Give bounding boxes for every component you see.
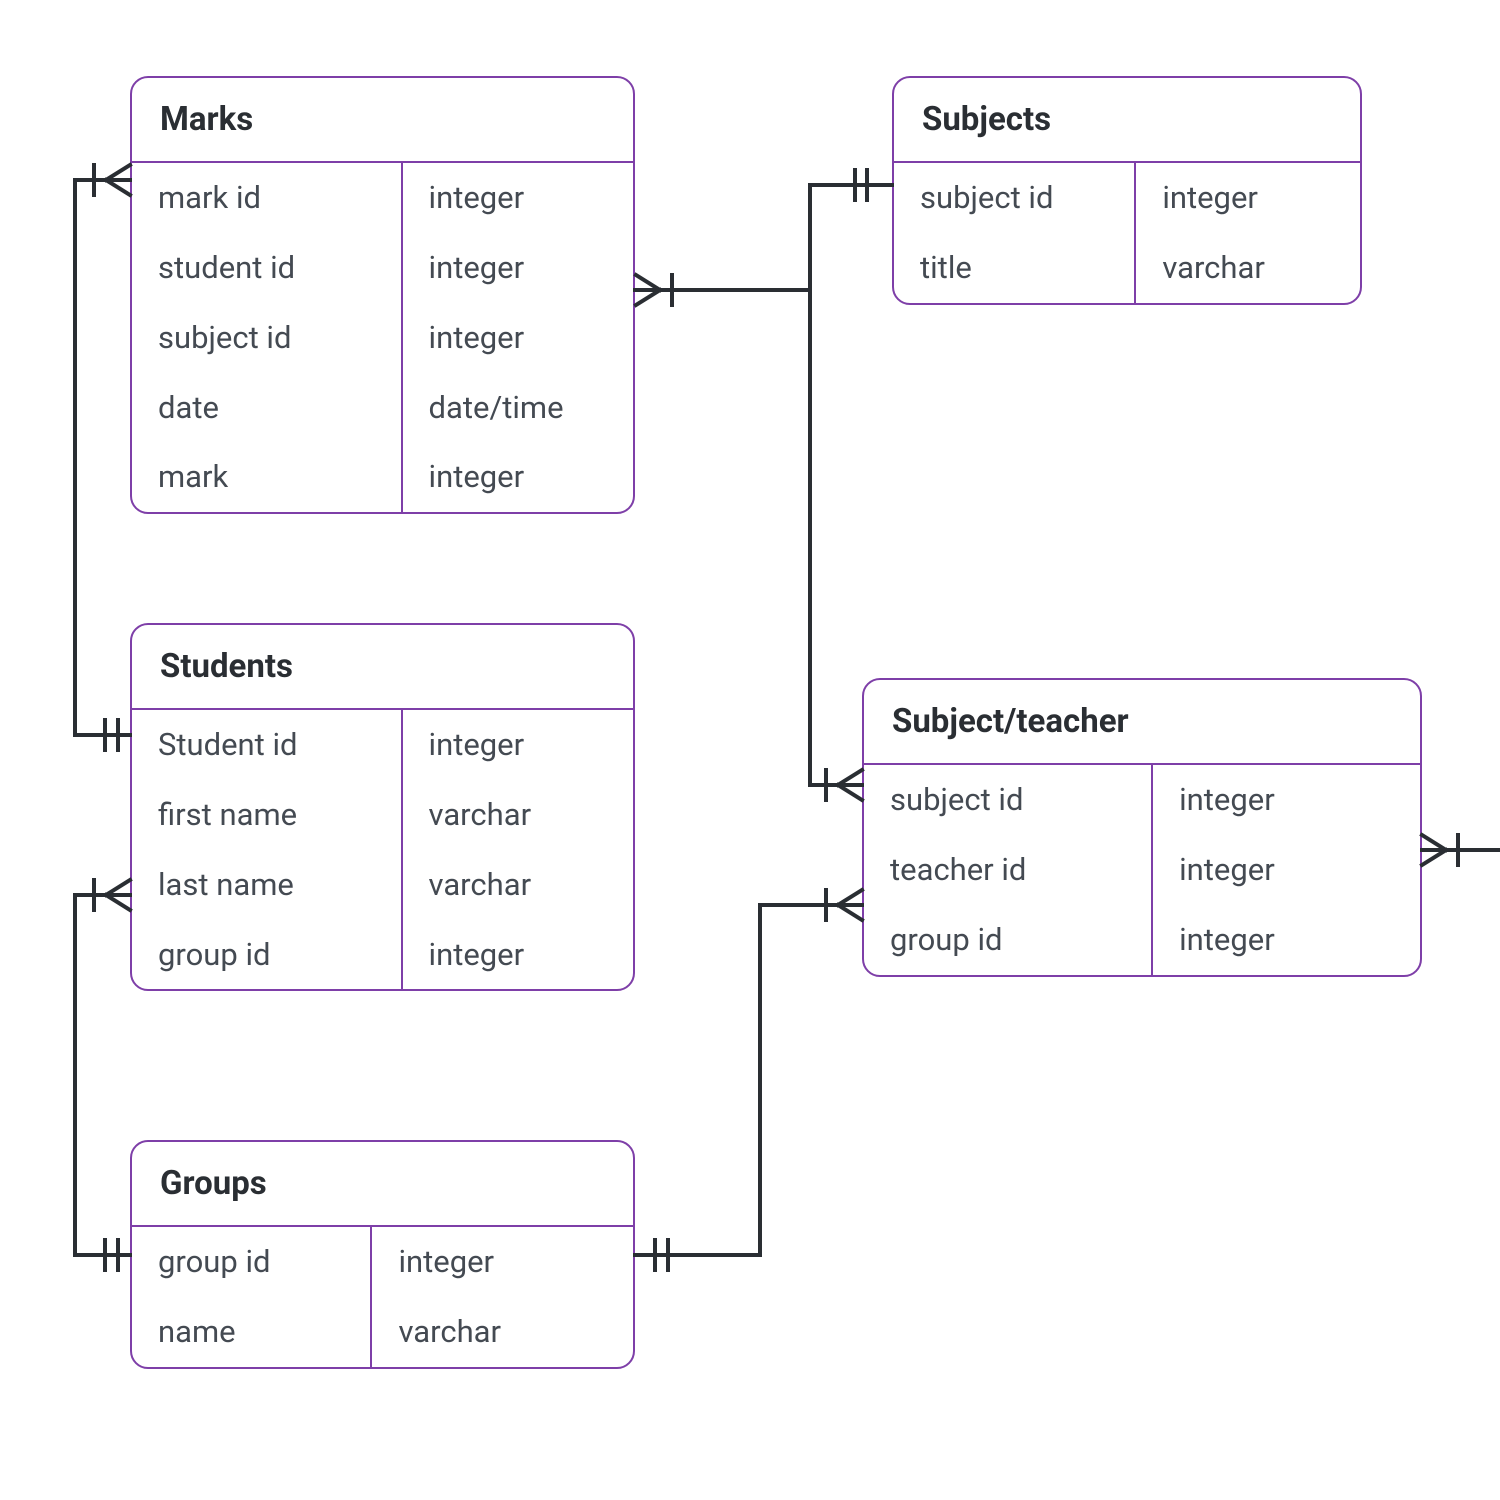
field-type: integer [372, 1227, 633, 1297]
entity-students[interactable]: Students Student id first name last name… [130, 623, 635, 991]
field-name: date [132, 373, 401, 443]
field-name: student id [132, 233, 401, 303]
field-type: integer [403, 233, 633, 303]
entity-groups[interactable]: Groups group id name integer varchar [130, 1140, 635, 1369]
entity-title: Students [132, 625, 633, 710]
rel-subjects-marks [635, 170, 892, 305]
field-name: last name [132, 850, 401, 920]
field-type: integer [1136, 163, 1360, 233]
field-name: group id [864, 905, 1151, 975]
field-name: group id [132, 1227, 370, 1297]
field-type: integer [403, 163, 633, 233]
entity-title: Subject/teacher [864, 680, 1420, 765]
rel-groups-subjectteacher [635, 890, 862, 1270]
field-type: integer [403, 920, 633, 990]
entity-title: Groups [132, 1142, 633, 1227]
field-type: integer [1153, 765, 1420, 835]
field-type: integer [403, 442, 633, 512]
field-type: date/time [403, 373, 633, 443]
field-type: integer [403, 710, 633, 780]
field-name: teacher id [864, 835, 1151, 905]
rel-students-marks [75, 165, 130, 750]
field-type: varchar [403, 850, 633, 920]
field-name: mark [132, 442, 401, 512]
field-name: mark id [132, 163, 401, 233]
field-type: integer [403, 303, 633, 373]
field-name: title [894, 233, 1134, 303]
field-type: integer [1153, 835, 1420, 905]
field-name: subject id [894, 163, 1134, 233]
entity-subjects[interactable]: Subjects subject id title integer varcha… [892, 76, 1362, 305]
er-diagram-canvas: Marks mark id student id subject id date… [0, 0, 1500, 1500]
entity-subject-teacher[interactable]: Subject/teacher subject id teacher id gr… [862, 678, 1422, 977]
field-name: first name [132, 780, 401, 850]
field-type: varchar [403, 780, 633, 850]
field-name: subject id [132, 303, 401, 373]
field-name: Student id [132, 710, 401, 780]
entity-title: Subjects [894, 78, 1360, 163]
field-name: name [132, 1297, 370, 1367]
entity-title: Marks [132, 78, 633, 163]
rel-subjectteacher-external [1422, 835, 1500, 865]
entity-marks[interactable]: Marks mark id student id subject id date… [130, 76, 635, 514]
field-type: integer [1153, 905, 1420, 975]
field-type: varchar [1136, 233, 1360, 303]
field-name: subject id [864, 765, 1151, 835]
field-name: group id [132, 920, 401, 990]
field-type: varchar [372, 1297, 633, 1367]
rel-subjects-subjectteacher [810, 290, 862, 800]
rel-groups-students [75, 880, 130, 1270]
